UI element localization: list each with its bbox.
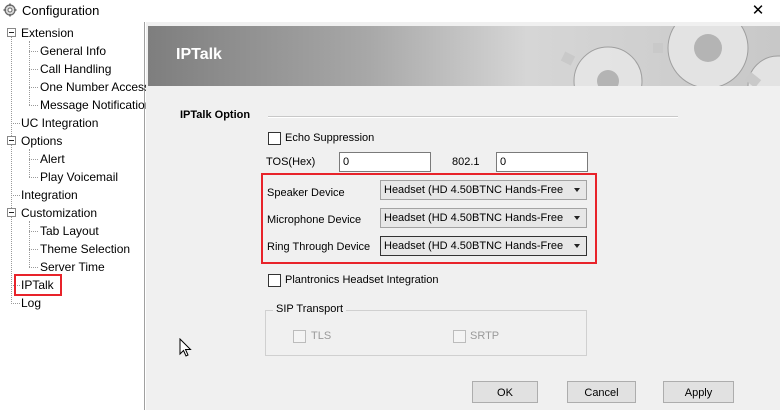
tree-item-customization[interactable]: Customization bbox=[21, 205, 97, 221]
sip-transport-title: SIP Transport bbox=[273, 303, 347, 315]
ring-through-device-value: Headset (HD 4.50BTNC Hands-Free bbox=[384, 240, 564, 252]
tree-item-options[interactable]: Options bbox=[21, 133, 62, 149]
echo-suppression-checkbox[interactable] bbox=[268, 132, 281, 145]
tree-connector bbox=[29, 159, 38, 160]
tree-connector bbox=[29, 51, 38, 52]
speaker-device-dropdown[interactable]: Headset (HD 4.50BTNC Hands-Free bbox=[380, 180, 587, 200]
ok-button[interactable]: OK bbox=[472, 381, 538, 403]
close-button[interactable]: ✕ bbox=[736, 0, 780, 22]
tree-connector bbox=[29, 221, 30, 267]
tree-connector bbox=[11, 303, 20, 304]
gears-graphic-icon bbox=[560, 26, 780, 86]
iptalk-option-title: IPTalk Option bbox=[180, 109, 251, 121]
tree-item-log[interactable]: Log bbox=[21, 295, 41, 311]
gear-icon bbox=[3, 3, 17, 17]
close-icon: ✕ bbox=[751, 2, 765, 19]
window-title: Configuration bbox=[22, 3, 100, 18]
dot1-label: 802.1 bbox=[452, 156, 480, 168]
cancel-button[interactable]: Cancel bbox=[567, 381, 636, 403]
plantronics-checkbox[interactable] bbox=[268, 274, 281, 287]
tree-item-tab-layout[interactable]: Tab Layout bbox=[40, 223, 99, 239]
microphone-device-value: Headset (HD 4.50BTNC Hands-Free bbox=[384, 212, 564, 224]
tree-item-general-info[interactable]: General Info bbox=[40, 43, 106, 59]
title-bar: Configuration ✕ bbox=[0, 0, 780, 22]
chevron-down-icon bbox=[574, 216, 580, 220]
selection-highlight bbox=[14, 274, 62, 296]
dot1-input[interactable] bbox=[496, 152, 588, 172]
ring-through-device-dropdown[interactable]: Headset (HD 4.50BTNC Hands-Free bbox=[380, 236, 587, 256]
tree-item-one-number-access[interactable]: One Number Access bbox=[40, 79, 150, 95]
tree-item-alert[interactable]: Alert bbox=[40, 151, 65, 167]
tos-label: TOS(Hex) bbox=[266, 156, 316, 168]
divider bbox=[268, 116, 678, 118]
apply-button[interactable]: Apply bbox=[663, 381, 734, 403]
tree-item-theme-selection[interactable]: Theme Selection bbox=[40, 241, 130, 257]
tree-item-call-handling[interactable]: Call Handling bbox=[40, 61, 111, 77]
tree-connector bbox=[29, 87, 38, 88]
mouse-cursor-icon bbox=[179, 338, 192, 357]
tree-connector bbox=[29, 231, 38, 232]
tree-connector bbox=[29, 149, 30, 177]
tree-connector bbox=[11, 195, 20, 196]
tree-item-integration[interactable]: Integration bbox=[21, 187, 78, 203]
tree-connector bbox=[29, 267, 38, 268]
tree-item-extension[interactable]: Extension bbox=[21, 25, 74, 41]
collapse-icon[interactable] bbox=[7, 28, 16, 37]
header-banner: IPTalk bbox=[148, 26, 780, 86]
tree-connector bbox=[11, 37, 12, 304]
page-title: IPTalk bbox=[176, 46, 222, 63]
tos-input[interactable] bbox=[339, 152, 431, 172]
tree-item-message-notification[interactable]: Message Notification bbox=[40, 97, 151, 113]
ring-through-device-label: Ring Through Device bbox=[267, 241, 371, 253]
chevron-down-icon bbox=[574, 244, 580, 248]
tls-checkbox[interactable] bbox=[293, 330, 306, 343]
tree-connector bbox=[29, 105, 38, 106]
tree-connector bbox=[29, 69, 38, 70]
speaker-device-value: Headset (HD 4.50BTNC Hands-Free bbox=[384, 184, 564, 196]
tree-connector bbox=[29, 249, 38, 250]
navigation-tree: Extension General Info Call Handling One… bbox=[0, 22, 151, 410]
chevron-down-icon bbox=[574, 188, 580, 192]
plantronics-label: Plantronics Headset Integration bbox=[285, 274, 439, 286]
microphone-device-label: Microphone Device bbox=[267, 214, 362, 226]
srtp-checkbox[interactable] bbox=[453, 330, 466, 343]
tree-item-server-time[interactable]: Server Time bbox=[40, 259, 105, 275]
tree-item-play-voicemail[interactable]: Play Voicemail bbox=[40, 169, 118, 185]
tree-connector bbox=[29, 177, 38, 178]
speaker-device-label: Speaker Device bbox=[267, 187, 345, 199]
tls-label: TLS bbox=[311, 330, 332, 342]
srtp-label: SRTP bbox=[470, 330, 500, 342]
echo-suppression-label: Echo Suppression bbox=[285, 132, 375, 144]
collapse-icon[interactable] bbox=[7, 136, 16, 145]
microphone-device-dropdown[interactable]: Headset (HD 4.50BTNC Hands-Free bbox=[380, 208, 587, 228]
tree-item-uc-integration[interactable]: UC Integration bbox=[21, 115, 98, 131]
tree-connector bbox=[11, 123, 20, 124]
collapse-icon[interactable] bbox=[7, 208, 16, 217]
